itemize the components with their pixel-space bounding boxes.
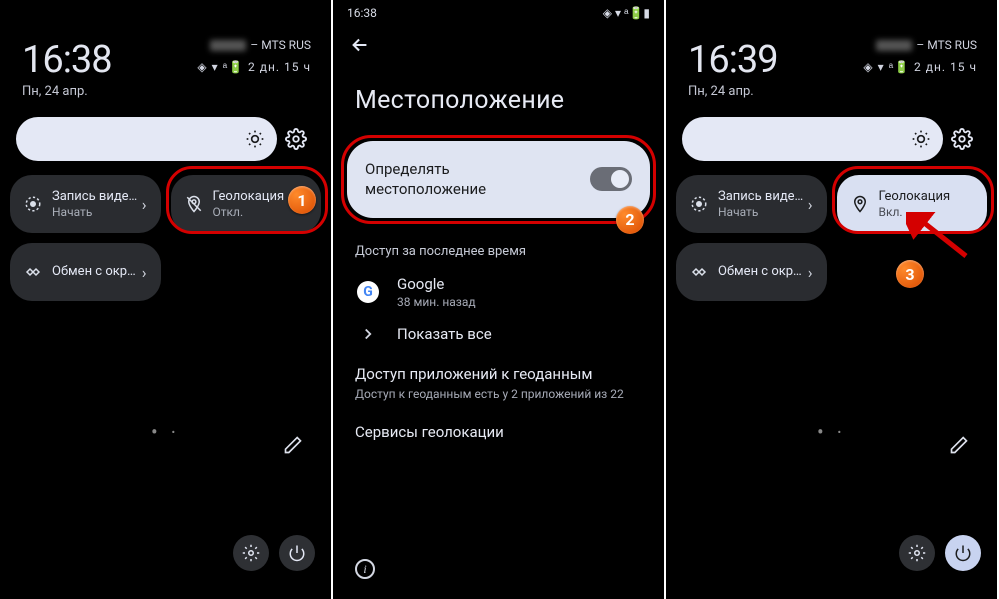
recent-app-google[interactable]: G Google 38 мин. назад [333, 259, 664, 309]
chevron-right-icon: › [808, 263, 813, 282]
power-icon [288, 544, 306, 562]
qs-search-row [16, 117, 315, 161]
clock: 16:38 [22, 38, 112, 82]
settings-button[interactable] [943, 120, 981, 158]
edit-tiles-button[interactable] [949, 435, 969, 455]
app-sub: 38 мин. назад [397, 295, 476, 309]
app-name: Google [397, 275, 476, 293]
pencil-icon [283, 435, 303, 455]
tile-screen-record[interactable]: Запись виде… Начать › [676, 175, 827, 233]
status-icons: ◈ ▾ ᵃ🔋 2 дн. 15 ч [863, 60, 977, 74]
tile-label: Геолокация [879, 189, 951, 205]
clock: 16:39 [688, 38, 778, 82]
power-icon [954, 544, 972, 562]
qs-search-row [682, 117, 981, 161]
tile-label: Геолокация [213, 189, 285, 205]
tile-nearby-share[interactable]: Обмен с окр… › [676, 243, 827, 301]
back-button[interactable] [333, 20, 664, 56]
tile-label: Запись виде… [52, 189, 137, 205]
qs-header: 16:38 Пн, 24 апр. – MTS RUS ◈ ▾ ᵃ🔋 2 дн.… [0, 0, 331, 99]
gear-icon [908, 544, 926, 562]
app-location-permissions-sub: Доступ к геоданным есть у 2 приложений и… [333, 383, 664, 401]
brightness-icon [245, 129, 265, 149]
step-badge-2: 2 [616, 206, 644, 234]
use-location-toggle[interactable]: Определятьместоположение [347, 141, 650, 218]
device-settings-button[interactable] [233, 535, 269, 571]
page-indicator: • · [151, 420, 180, 444]
tile-label: Обмен с окр… [718, 264, 802, 280]
carrier: – MTS RUS [197, 38, 311, 52]
tile-nearby-share[interactable]: Обмен с окр… › [10, 243, 161, 301]
gear-icon [242, 544, 260, 562]
device-settings-button[interactable] [899, 535, 935, 571]
status-icons: ◈ ▾ ᵃ🔋▮ [603, 6, 650, 20]
settings-button[interactable] [277, 120, 315, 158]
arrow-left-icon [349, 34, 371, 56]
qs-header: 16:39 Пн, 24 апр. – MTS RUS ◈ ▾ ᵃ🔋 2 дн.… [666, 0, 997, 99]
qs-tiles: Запись виде… Начать › Геолокация Вкл. [676, 175, 987, 233]
date: Пн, 24 апр. [22, 84, 112, 99]
app-location-permissions[interactable]: Доступ приложений к геоданным [333, 343, 664, 383]
nearby-share-icon [690, 263, 708, 281]
page-title: Местоположение [333, 56, 664, 115]
chevron-right-icon: › [142, 263, 147, 282]
chevron-right-icon [355, 325, 381, 343]
panel-3-quick-settings: 16:39 Пн, 24 апр. – MTS RUS ◈ ▾ ᵃ🔋 2 дн.… [666, 0, 999, 599]
record-icon [690, 195, 708, 213]
status-bar: 16:38 ◈ ▾ ᵃ🔋▮ [333, 0, 664, 20]
brightness-slider[interactable] [682, 117, 943, 161]
chevron-right-icon: › [142, 195, 147, 214]
tile-screen-record[interactable]: Запись виде… Начать › [10, 175, 161, 233]
show-all-button[interactable]: Показать все [333, 309, 664, 343]
brightness-icon [911, 129, 931, 149]
qs-bottom-actions [233, 535, 315, 571]
recent-access-header: Доступ за последнее время [333, 218, 664, 259]
tile-label: Запись виде… [718, 189, 803, 205]
step-badge-1: 1 [288, 186, 316, 214]
status-time: 16:38 [347, 6, 377, 20]
power-button[interactable] [945, 535, 981, 571]
nearby-share-icon [24, 263, 42, 281]
panel-1-quick-settings: 16:38 Пн, 24 апр. – MTS RUS ◈ ▾ ᵃ🔋 2 дн.… [0, 0, 333, 599]
tile-label: Обмен с окр… [52, 264, 136, 280]
qs-bottom-actions [899, 535, 981, 571]
switch-icon [590, 167, 632, 191]
brightness-slider[interactable] [16, 117, 277, 161]
chevron-right-icon: › [808, 195, 813, 214]
tile-sub: Вкл. [879, 205, 951, 219]
info-icon[interactable]: i [355, 559, 375, 579]
qs-tiles: Запись виде… Начать › Геолокация Откл. [10, 175, 321, 233]
location-on-icon [851, 195, 869, 213]
status-icons: ◈ ▾ ᵃ🔋 2 дн. 15 ч [197, 60, 311, 74]
tile-sub: Начать [718, 205, 803, 219]
tile-sub: Начать [52, 205, 137, 219]
location-services[interactable]: Сервисы геолокации [333, 401, 664, 441]
carrier: – MTS RUS [863, 38, 977, 52]
pencil-icon [949, 435, 969, 455]
tile-sub: Откл. [213, 205, 285, 219]
tile-location[interactable]: Геолокация Вкл. [837, 175, 988, 233]
step-badge-3: 3 [896, 260, 924, 288]
power-button[interactable] [279, 535, 315, 571]
record-icon [24, 195, 42, 213]
location-off-icon [185, 195, 203, 213]
edit-tiles-button[interactable] [283, 435, 303, 455]
gear-icon [285, 128, 307, 150]
panel-2-location-settings: 16:38 ◈ ▾ ᵃ🔋▮ Местоположение Определятьм… [333, 0, 666, 599]
date: Пн, 24 апр. [688, 84, 778, 99]
toggle-label: Определятьместоположение [365, 159, 486, 200]
page-indicator: • · [817, 420, 846, 444]
google-logo-icon: G [355, 281, 381, 303]
gear-icon [951, 128, 973, 150]
